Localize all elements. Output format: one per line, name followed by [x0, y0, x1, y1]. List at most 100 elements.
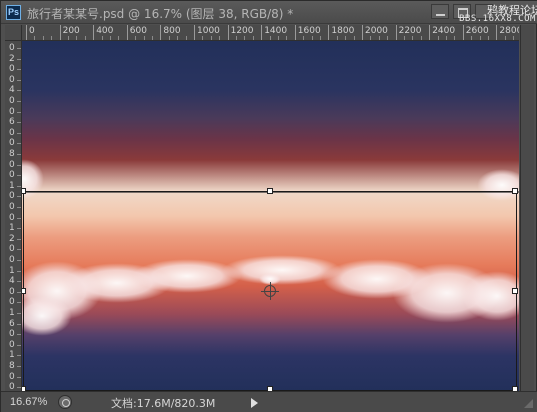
ruler-minor-tick — [135, 36, 137, 40]
document-title: 旅行者某某号.psd @ 16.7% (图层 38, RGB/8) * — [27, 7, 294, 21]
ruler-tick-label: 0 — [9, 138, 15, 149]
ruler-minor-tick — [17, 132, 21, 134]
ruler-minor-tick — [17, 143, 21, 145]
resize-grip-icon[interactable] — [521, 396, 533, 408]
ruler-major-tick — [93, 25, 95, 40]
transform-handle-top[interactable] — [267, 188, 273, 194]
zoom-level-field[interactable]: 16.67% — [5, 394, 55, 410]
ruler-tick-label: 0 — [9, 371, 15, 382]
ruler-major-tick — [462, 25, 464, 40]
horizontal-ruler[interactable]: 0 200 400 600 800 1000 1200 1400 1600 1800 2000 220… — [22, 25, 519, 41]
ruler-tick-label: 2400 — [432, 26, 456, 36]
ruler-tick-label: 1600 — [297, 26, 321, 36]
ruler-minor-tick — [17, 185, 21, 187]
image-canvas[interactable] — [22, 41, 519, 391]
title-bar[interactable]: Ps 旅行者某某号.psd @ 16.7% (图层 38, RGB/8) * 鸦… — [1, 1, 537, 24]
ruler-minor-tick — [387, 36, 389, 40]
ruler-minor-tick — [185, 36, 187, 40]
ruler-tick-label: 0 — [9, 170, 15, 181]
ruler-tick-label: 0 — [9, 106, 15, 117]
ruler-minor-tick — [513, 36, 515, 40]
ruler-tick-label: 1 — [9, 350, 15, 361]
ruler-tick-label: 2600 — [465, 26, 489, 36]
ruler-major-tick — [227, 25, 229, 40]
transform-handle-top-left[interactable] — [22, 188, 26, 194]
ruler-minor-tick — [17, 334, 21, 336]
ruler-minor-tick — [68, 36, 69, 40]
ruler-minor-tick — [17, 270, 21, 272]
document-size-info: 文档:17.6M/820.3M — [111, 397, 216, 410]
transform-pivot-icon[interactable] — [261, 282, 279, 300]
ruler-minor-tick — [17, 79, 21, 81]
ruler-major-tick — [496, 25, 498, 40]
ruler-major-tick — [160, 25, 162, 40]
ruler-minor-tick — [17, 387, 21, 389]
watermark-url: BBS.16XX8.COM — [459, 14, 536, 24]
ruler-tick-label: 0 — [29, 26, 35, 36]
document-window: Ps 旅行者某某号.psd @ 16.7% (图层 38, RGB/8) * 鸦… — [0, 0, 537, 412]
ruler-tick-label: 1 — [9, 180, 15, 191]
ruler-major-tick — [26, 25, 27, 40]
ruler-minor-tick — [420, 36, 422, 40]
ruler-tick-label: 2 — [9, 233, 15, 244]
horizontal-scrollbar[interactable] — [267, 394, 517, 411]
ruler-tick-label: 200 — [62, 26, 80, 36]
ruler-minor-tick — [17, 344, 21, 346]
ruler-minor-tick — [345, 36, 347, 40]
ruler-minor-tick — [479, 36, 481, 40]
ruler-minor-tick — [84, 36, 86, 40]
status-options-icon[interactable] — [58, 395, 72, 409]
ruler-tick-label: 8 — [9, 149, 15, 159]
ruler-tick-label: 0 — [9, 43, 15, 53]
ruler-tick-label: 0 — [9, 64, 15, 75]
ruler-tick-label: 0 — [9, 202, 15, 212]
ruler-tick-label: 0 — [9, 339, 15, 350]
vertical-scrollbar[interactable] — [520, 25, 534, 391]
vertical-ruler[interactable]: 020040060080010001200140016001800 — [5, 41, 22, 391]
ruler-minor-tick — [143, 36, 145, 40]
ruler-tick-label: 0 — [9, 212, 15, 223]
ruler-minor-tick — [101, 36, 103, 40]
ruler-minor-tick — [17, 238, 21, 240]
ruler-major-tick — [126, 25, 128, 40]
ruler-tick-label: 0 — [9, 255, 15, 265]
ruler-minor-tick — [244, 36, 246, 40]
ruler-minor-tick — [17, 260, 21, 261]
ruler-origin-corner[interactable] — [5, 25, 22, 41]
ruler-major-tick — [362, 25, 363, 40]
ruler-minor-tick — [17, 366, 21, 367]
ruler-minor-tick — [17, 376, 21, 378]
ruler-tick-label: 0 — [9, 159, 15, 170]
status-menu-arrow-icon[interactable] — [247, 395, 261, 410]
ruler-minor-tick — [17, 249, 21, 251]
ruler-tick-label: 600 — [129, 26, 147, 36]
ruler-minor-tick — [311, 36, 313, 40]
transform-handle-top-right[interactable] — [512, 188, 518, 194]
ruler-major-tick — [59, 25, 61, 40]
ruler-minor-tick — [110, 36, 111, 40]
ruler-minor-tick — [269, 36, 271, 40]
ruler-major-tick — [194, 25, 195, 40]
ruler-minor-tick — [412, 36, 414, 40]
ruler-minor-tick — [404, 36, 405, 40]
ruler-tick-label: 2000 — [365, 26, 388, 36]
ruler-minor-tick — [17, 217, 21, 219]
transform-handle-left[interactable] — [22, 288, 26, 294]
ruler-minor-tick — [320, 36, 321, 40]
ruler-minor-tick — [76, 36, 78, 40]
ruler-minor-tick — [17, 154, 21, 155]
ruler-minor-tick — [42, 36, 44, 40]
ruler-tick-label: 4 — [9, 85, 15, 96]
minimize-icon[interactable] — [431, 4, 449, 19]
ruler-tick-label: 2 — [9, 53, 15, 64]
transform-handle-right[interactable] — [512, 288, 518, 294]
ruler-tick-label: 2200 — [398, 26, 422, 36]
ruler-minor-tick — [17, 313, 21, 314]
ruler-tick-label: 1 — [9, 308, 15, 318]
ruler-tick-label: 1200 — [230, 26, 254, 36]
ruler-minor-tick — [286, 36, 288, 40]
ruler-major-tick — [261, 25, 263, 40]
ruler-minor-tick — [152, 36, 153, 40]
ruler-minor-tick — [504, 36, 506, 40]
ruler-minor-tick — [17, 228, 21, 230]
